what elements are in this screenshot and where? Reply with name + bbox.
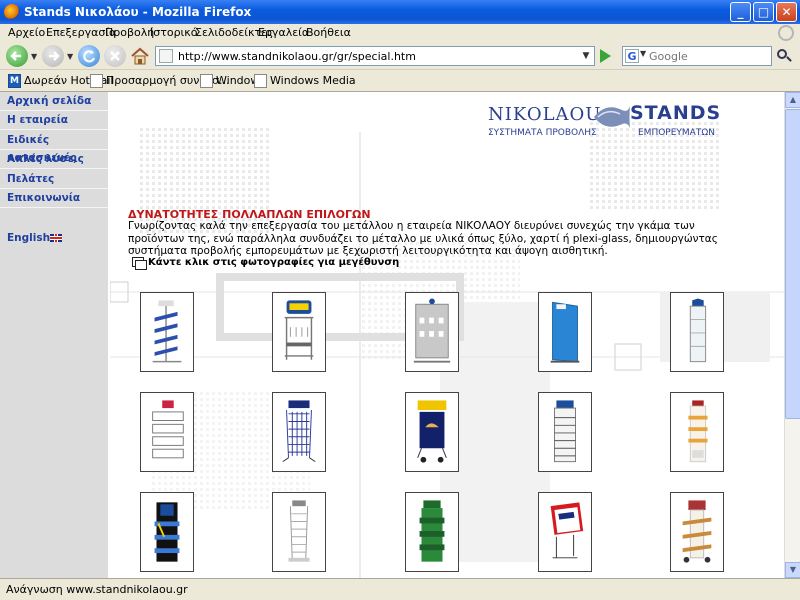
- stand-image: [152, 400, 184, 459]
- close-button[interactable]: ✕: [776, 2, 797, 22]
- page-icon: [200, 74, 213, 88]
- logo-brand-left: NIKOLAOU: [488, 104, 602, 125]
- stand-photo-3[interactable]: [405, 292, 459, 372]
- menu-help[interactable]: Βοήθεια: [306, 26, 351, 39]
- menu-history[interactable]: Ιστορικό: [150, 26, 198, 39]
- url-dropdown-icon[interactable]: ▼: [578, 47, 594, 65]
- uk-flag-icon[interactable]: [50, 234, 62, 242]
- stand-image: [554, 400, 576, 463]
- minimize-button[interactable]: _: [730, 2, 751, 22]
- fish-logo-icon: [594, 106, 630, 128]
- page-content: Αρχική σελίδα Η εταιρεία Ειδικές κατασκε…: [0, 92, 784, 578]
- search-icon[interactable]: [776, 48, 792, 64]
- home-icon[interactable]: [129, 45, 151, 67]
- search-input[interactable]: [649, 48, 767, 64]
- nav-company[interactable]: Η εταιρεία: [0, 111, 108, 130]
- stand-image: [154, 502, 180, 562]
- menu-tools[interactable]: Εργαλεία: [258, 26, 309, 39]
- search-bar[interactable]: G ▼: [622, 46, 772, 66]
- reload-icon[interactable]: [78, 45, 100, 67]
- intro-paragraph: Γνωρίζοντας καλά την επεξεργασία του μετ…: [128, 220, 718, 257]
- back-icon[interactable]: [6, 45, 28, 67]
- enlarge-hint-text: Κάντε κλικ στις φωτογραφίες για μεγέθυνσ…: [148, 257, 400, 268]
- vertical-scrollbar[interactable]: ▲ ▼: [784, 92, 800, 578]
- browser-window: Stands Νικολάου - Mozilla Firefox _ □ ✕ …: [0, 0, 800, 600]
- status-bar: Ανάγνωση www.standnikolaou.gr: [0, 578, 800, 600]
- scroll-up-icon[interactable]: ▲: [785, 92, 800, 108]
- stand-photo-11[interactable]: [140, 492, 194, 572]
- company-logo[interactable]: NIKOLAOU STANDS ΣΥΣΤΗΜΑΤΑ ΠΡΟΒΟΛΗΣ ΕΜΠΟΡ…: [488, 100, 724, 142]
- scroll-down-icon[interactable]: ▼: [785, 562, 800, 578]
- page-icon: [90, 74, 103, 88]
- stand-photo-2[interactable]: [272, 292, 326, 372]
- stand-photo-7[interactable]: [272, 392, 326, 472]
- menu-file[interactable]: Αρχείο: [8, 26, 45, 39]
- nav-special-constructions[interactable]: Ειδικές κατασκευές: [0, 131, 108, 164]
- stand-image: [682, 500, 712, 563]
- stand-photo-12[interactable]: [272, 492, 326, 572]
- page-icon: [254, 74, 267, 88]
- firefox-icon: [4, 4, 20, 20]
- stand-image: [288, 500, 310, 562]
- stand-photo-15[interactable]: [670, 492, 724, 572]
- url-input[interactable]: [178, 48, 558, 64]
- stand-image: [284, 300, 314, 360]
- stand-image: [550, 301, 580, 363]
- title-bar: Stands Νικολάου - Mozilla Firefox _ □ ✕: [0, 0, 800, 24]
- stand-image: [689, 298, 707, 363]
- engine-dropdown-icon[interactable]: ▼: [640, 49, 646, 58]
- stand-photo-6[interactable]: [140, 392, 194, 472]
- navigation-toolbar: ▼ ▼ ▼ G ▼: [0, 42, 800, 70]
- stand-image: [413, 298, 451, 363]
- nav-simple-solutions[interactable]: Απλές λύσεις: [0, 150, 108, 169]
- stand-photo-5[interactable]: [670, 292, 724, 372]
- menu-view[interactable]: Προβολή: [105, 26, 154, 39]
- windows-icon: [132, 257, 147, 270]
- stand-photo-9[interactable]: [538, 392, 592, 472]
- stand-image: [688, 400, 708, 463]
- bookmark-windows-media[interactable]: Windows Media: [270, 74, 356, 87]
- stand-image: [550, 502, 584, 559]
- stop-icon[interactable]: [104, 45, 126, 67]
- status-text: Ανάγνωση www.standnikolaou.gr: [6, 583, 188, 596]
- stand-photo-13[interactable]: [405, 492, 459, 572]
- stand-image: [282, 400, 316, 463]
- nav-home[interactable]: Αρχική σελίδα: [0, 92, 108, 111]
- stand-photo-1[interactable]: [140, 292, 194, 372]
- stand-photo-8[interactable]: [405, 392, 459, 472]
- stand-image: [419, 500, 445, 562]
- page-icon: [159, 49, 173, 63]
- bookmarks-toolbar: M Δωρεάν Hotmail Προσαρμογή συνδέσ... Wi…: [0, 70, 800, 92]
- site-navigation: Αρχική σελίδα Η εταιρεία Ειδικές κατασκε…: [0, 92, 108, 578]
- logo-brand-right: STANDS: [630, 102, 722, 124]
- logo-subtitle-left: ΣΥΣΤΗΜΑΤΑ ΠΡΟΒΟΛΗΣ: [488, 128, 597, 138]
- forward-icon[interactable]: [42, 45, 64, 67]
- maximize-button[interactable]: □: [753, 2, 774, 22]
- back-dropdown-icon[interactable]: ▼: [31, 52, 37, 61]
- english-link[interactable]: English: [7, 232, 50, 244]
- scroll-thumb[interactable]: [785, 109, 800, 419]
- address-bar[interactable]: ▼: [155, 46, 595, 66]
- stand-image: [417, 400, 447, 463]
- go-icon[interactable]: [600, 49, 611, 63]
- stand-photo-10[interactable]: [670, 392, 724, 472]
- stand-image: [152, 300, 182, 363]
- stand-photo-4[interactable]: [538, 292, 592, 372]
- logo-subtitle-right: ΕΜΠΟΡΕΥΜΑΤΩΝ: [638, 128, 715, 138]
- google-icon[interactable]: G: [625, 49, 639, 63]
- stand-photo-14[interactable]: [538, 492, 592, 572]
- nav-contact[interactable]: Επικοινωνία: [0, 189, 108, 208]
- menu-bar: Αρχείο Επεξεργασία Προβολή Ιστορικό Σελι…: [0, 24, 800, 42]
- forward-dropdown-icon[interactable]: ▼: [67, 52, 73, 61]
- throbber-icon: [778, 25, 794, 41]
- window-title: Stands Νικολάου - Mozilla Firefox: [24, 5, 252, 19]
- nav-clients[interactable]: Πελάτες: [0, 170, 108, 189]
- hotmail-icon: M: [8, 74, 21, 88]
